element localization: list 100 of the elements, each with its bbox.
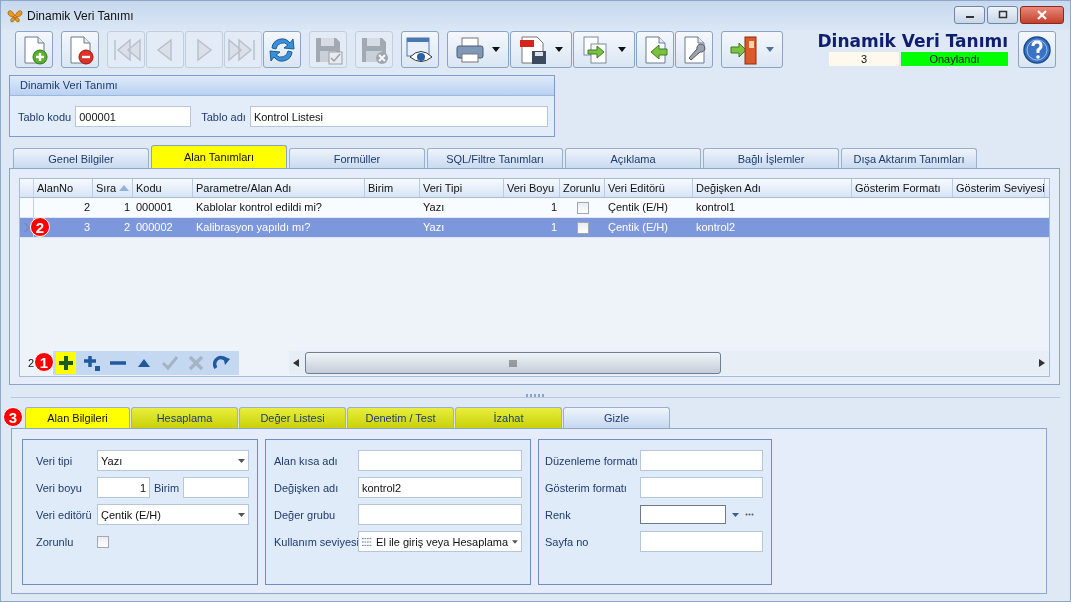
- field-label: Tablo adı: [201, 110, 246, 123]
- input-field[interactable]: [640, 450, 763, 471]
- callout-marker: 1: [34, 352, 54, 372]
- caret-icon: [238, 458, 245, 463]
- tab[interactable]: İzahat: [455, 407, 562, 428]
- table-cell-text: Çentik (E/H): [608, 220, 668, 235]
- table-cell-text: 000002: [136, 220, 173, 235]
- tools-button[interactable]: [675, 31, 713, 68]
- dropdown-field[interactable]: Yazı: [97, 450, 249, 471]
- help-button[interactable]: [1018, 31, 1056, 68]
- table-cell-text: 1: [123, 200, 130, 215]
- field-label: Alan kısa adı: [274, 454, 339, 467]
- tab[interactable]: Alan Tanımları: [151, 145, 287, 168]
- dropdown-field[interactable]: El ile giriş veya Hesaplama: [358, 531, 522, 552]
- pdf-button[interactable]: [510, 31, 572, 68]
- tab[interactable]: Formüller: [289, 148, 425, 168]
- caret-icon: [766, 47, 774, 52]
- close-icon: [1036, 10, 1048, 20]
- column-header[interactable]: AlanNo: [34, 179, 93, 197]
- tab[interactable]: Hesaplama: [131, 407, 238, 428]
- delete-button[interactable]: [61, 31, 99, 68]
- tab[interactable]: Alan Bilgileri: [25, 407, 130, 428]
- field-label: Renk: [545, 508, 572, 521]
- input-field[interactable]: 000001: [75, 106, 192, 127]
- table-cell-text: Kablolar kontrol edildi mi?: [196, 200, 322, 215]
- field-label: Gösterim formatı: [545, 481, 628, 494]
- minimize-button[interactable]: [954, 6, 985, 24]
- column-header[interactable]: Sıra: [93, 179, 133, 197]
- splitter-grip-icon[interactable]: [525, 394, 546, 397]
- tab[interactable]: Denetim / Test: [347, 407, 454, 428]
- scroll-left-icon: [293, 359, 299, 367]
- import-button[interactable]: [636, 31, 674, 68]
- dropdown-field[interactable]: Çentik (E/H): [97, 504, 249, 525]
- minus-icon: [110, 360, 126, 366]
- input-field[interactable]: 1: [97, 477, 150, 498]
- row-pointer-icon: [23, 223, 30, 232]
- tab[interactable]: SQL/Filtre Tanımları: [427, 148, 563, 168]
- tab[interactable]: Bağlı İşlemler: [703, 148, 839, 168]
- checkbox[interactable]: [577, 221, 589, 234]
- column-header[interactable]: Veri Tipi: [420, 179, 504, 197]
- exit-button[interactable]: [721, 31, 783, 68]
- table-cell-text: kontrol2: [696, 220, 736, 235]
- tab[interactable]: Değer Listesi: [239, 407, 346, 428]
- field-label: Sayfa no: [545, 535, 590, 548]
- column-header[interactable]: Parametre/Alan Adı: [193, 179, 365, 197]
- tab[interactable]: Genel Bilgiler: [13, 148, 149, 168]
- scroll-right-icon: [1039, 359, 1045, 367]
- table-cell-text: 000001: [136, 200, 173, 215]
- x-icon: [187, 354, 205, 372]
- print-button[interactable]: [447, 31, 509, 68]
- input-field[interactable]: [640, 531, 763, 552]
- pdf-floppy-icon: [517, 33, 549, 66]
- window-title: Dinamik Veri Tanımı: [27, 8, 134, 23]
- new-button[interactable]: [15, 31, 53, 68]
- checkbox[interactable]: [577, 201, 589, 214]
- caret-icon: [555, 47, 563, 52]
- table-cell-text: Yazı: [423, 220, 445, 235]
- column-header[interactable]: Birim: [365, 179, 420, 197]
- restore-icon: [996, 10, 1009, 20]
- callout-marker: 2: [30, 217, 50, 237]
- column-header[interactable]: Zorunlu: [560, 179, 605, 197]
- caret-icon: [492, 47, 500, 52]
- field-label: Kullanım seviyesi: [274, 535, 358, 548]
- horizontal-scrollbar[interactable]: [289, 351, 1049, 375]
- input-field[interactable]: Kontrol Listesi: [249, 106, 548, 127]
- table-cell-text: 2: [123, 220, 130, 235]
- input-field[interactable]: [358, 450, 522, 471]
- column-header[interactable]: Veri Boyu: [504, 179, 560, 197]
- input-field[interactable]: [183, 477, 249, 498]
- field-label: Değer grubu: [274, 508, 337, 521]
- form-heading: Dinamik Veri Tanımı: [817, 31, 1008, 51]
- add-button[interactable]: [56, 352, 76, 374]
- column-header[interactable]: Değişken Adı: [693, 179, 852, 197]
- input-field[interactable]: [640, 477, 763, 498]
- tab[interactable]: Açıklama: [565, 148, 701, 168]
- field-label: Veri editörü: [36, 508, 93, 521]
- field-label: Birim: [154, 481, 180, 494]
- table-cell-text: kontrol1: [696, 200, 736, 215]
- column-header[interactable]: Gösterim Seviyesi: [953, 179, 1045, 197]
- field-label: Tablo kodu: [18, 110, 72, 123]
- refresh-button[interactable]: [263, 31, 301, 68]
- checkbox[interactable]: [97, 535, 109, 548]
- column-header[interactable]: Gösterim Formatı: [852, 179, 953, 197]
- caret-icon: [618, 47, 626, 52]
- table-cell-text: 2: [83, 200, 90, 215]
- record-number: 3: [829, 52, 899, 66]
- door-arrow-icon: [728, 33, 760, 66]
- maximize-button[interactable]: [987, 6, 1018, 24]
- column-header[interactable]: Kodu: [133, 179, 193, 197]
- tab[interactable]: Dışa Aktarım Tanımları: [841, 148, 977, 168]
- input-field[interactable]: kontrol2: [358, 477, 522, 498]
- input-field[interactable]: [358, 504, 522, 525]
- column-header[interactable]: Veri Editörü: [605, 179, 693, 197]
- record-count: 2: [28, 357, 36, 369]
- preview-button[interactable]: [401, 31, 439, 68]
- close-button[interactable]: [1020, 6, 1064, 24]
- tab[interactable]: Gizle: [563, 407, 670, 428]
- field-label: Değişken adı: [274, 481, 340, 494]
- caret-icon: [512, 539, 518, 544]
- caret-icon: [238, 512, 245, 517]
